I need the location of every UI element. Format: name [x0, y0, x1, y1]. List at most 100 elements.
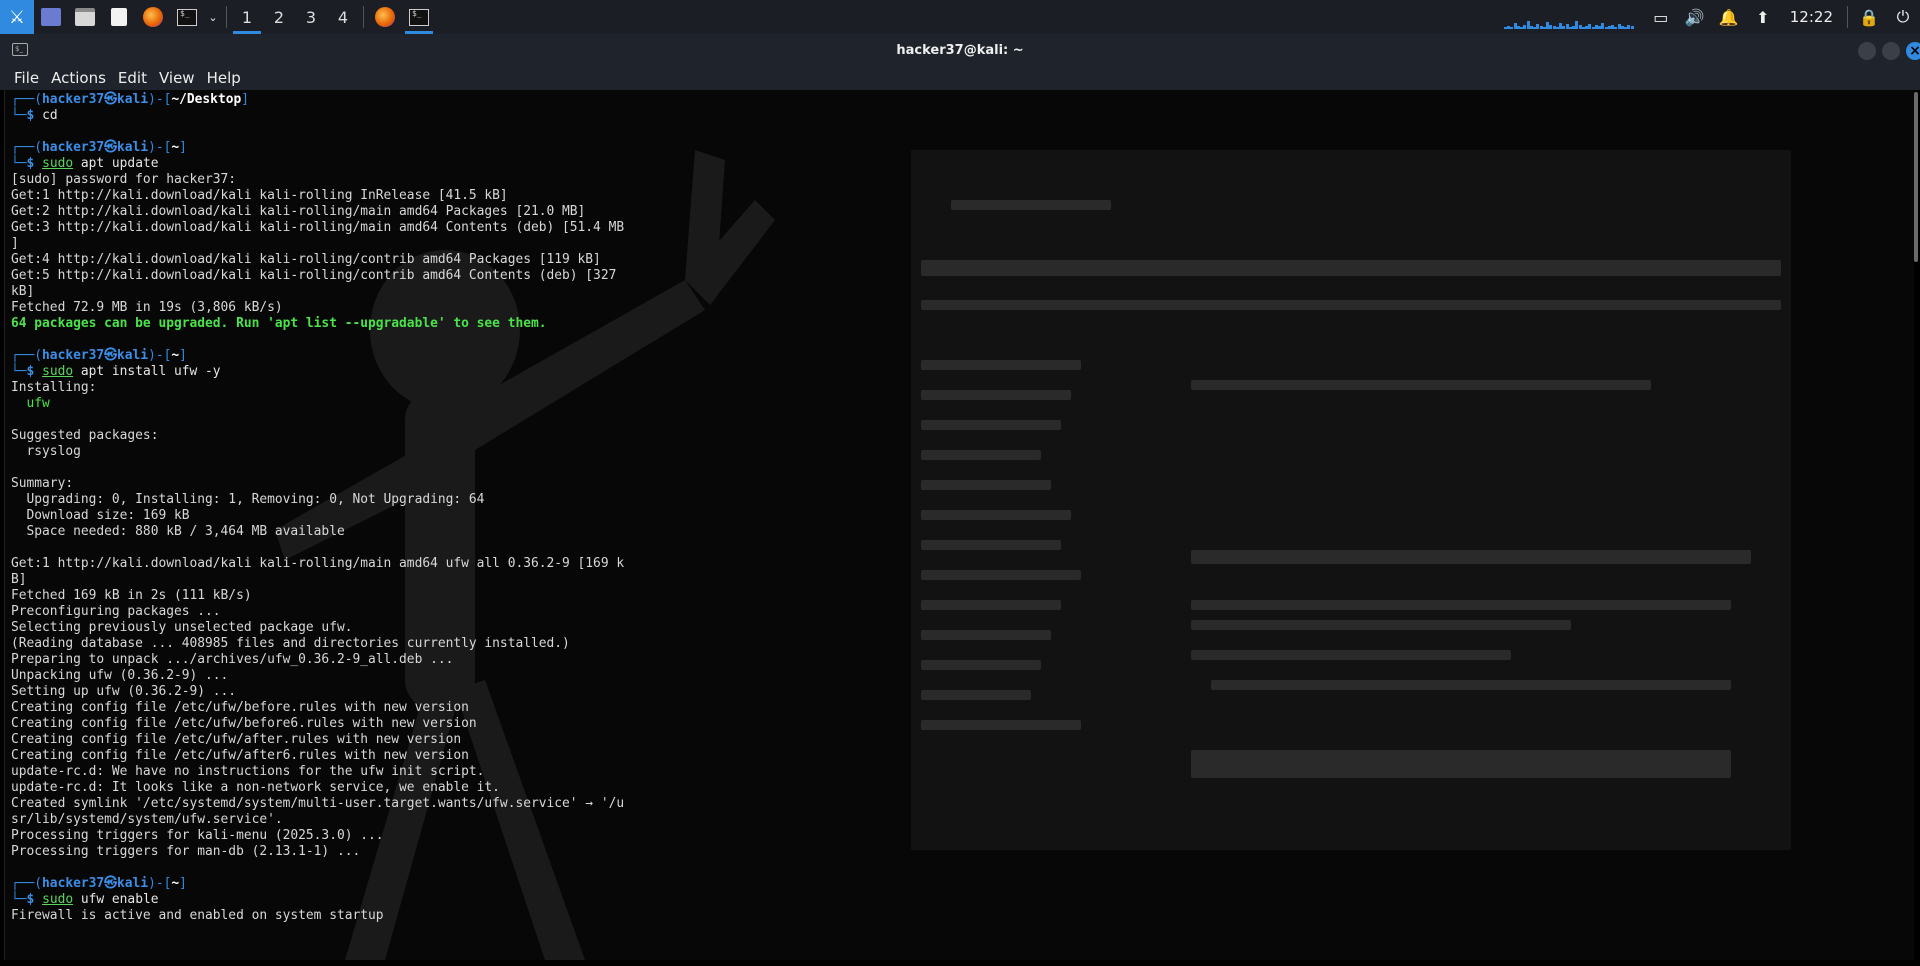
- output-text: Get:2 http://kali.download/kali kali-rol…: [11, 204, 586, 219]
- output-text: Installing:: [11, 380, 97, 395]
- terminal-line: rsyslog: [11, 444, 624, 460]
- terminal-line: Get:2 http://kali.download/kali kali-rol…: [11, 204, 624, 220]
- prompt-bracket: └─: [11, 156, 27, 171]
- terminal-scrollbar[interactable]: [1914, 92, 1918, 262]
- prompt-bracket: ┌──(: [11, 348, 43, 363]
- prompt-bracket: ┌──(: [11, 92, 43, 107]
- terminal-line: sr/lib/systemd/system/ufw.service'.: [11, 812, 624, 828]
- firefox-task-icon[interactable]: [368, 0, 402, 34]
- terminal-line: Get:4 http://kali.download/kali kali-rol…: [11, 252, 624, 268]
- prompt-bracket: ]: [179, 876, 187, 891]
- output-text: rsyslog: [11, 444, 81, 459]
- menu-help[interactable]: Help: [201, 69, 247, 87]
- terminal-line: Upgrading: 0, Installing: 1, Removing: 0…: [11, 492, 624, 508]
- prompt-bracket: )-[: [148, 92, 172, 107]
- output-text: Creating config file /etc/ufw/before6.ru…: [11, 716, 477, 731]
- command-sudo: sudo: [42, 892, 74, 907]
- terminal-area[interactable]: ┌──(hacker37㉿kali)-[~/Desktop] └─$ cd ┌──…: [4, 90, 1914, 960]
- terminal-line: Get:3 http://kali.download/kali kali-rol…: [11, 220, 624, 236]
- kali-menu-icon[interactable]: ⚔: [0, 0, 34, 34]
- text-editor-icon[interactable]: [102, 0, 136, 34]
- prompt-bracket: )-[: [148, 876, 172, 891]
- output-text: update-rc.d: It looks like a non-network…: [11, 780, 500, 795]
- desktop-icon[interactable]: [34, 0, 68, 34]
- terminal-line: kB]: [11, 284, 624, 300]
- workspace-3[interactable]: 3: [295, 0, 327, 34]
- terminal-line: Fetched 72.9 MB in 19s (3,806 kB/s): [11, 300, 624, 316]
- terminal-line: Suggested packages:: [11, 428, 624, 444]
- command-text: apt install ufw -y: [73, 364, 221, 379]
- prompt-bracket: ]: [179, 140, 187, 155]
- prompt-bracket: └─: [11, 364, 27, 379]
- output-text: [sudo] password for hacker37:: [11, 172, 237, 187]
- prompt-at: ㉿: [104, 348, 118, 363]
- terminal-task-icon[interactable]: $_: [402, 0, 436, 34]
- output-text: Upgrading: 0, Installing: 1, Removing: 0…: [11, 492, 485, 507]
- terminal-line: Installing:: [11, 380, 624, 396]
- terminal-line: update-rc.d: It looks like a non-network…: [11, 780, 624, 796]
- firefox-icon[interactable]: [136, 0, 170, 34]
- command-text: ufw enable: [73, 892, 159, 907]
- power-icon[interactable]: ⏻: [1886, 7, 1920, 27]
- terminal-line: B]: [11, 572, 624, 588]
- output-text: ]: [11, 236, 19, 251]
- output-text: Get:3 http://kali.download/kali kali-rol…: [11, 220, 625, 235]
- output-text: Preconfiguring packages ...: [11, 604, 221, 619]
- chevron-down-icon[interactable]: ⌄: [204, 0, 222, 34]
- terminal-line: Created symlink '/etc/systemd/system/mul…: [11, 796, 624, 812]
- prompt-bracket: ]: [179, 348, 187, 363]
- window-titlebar[interactable]: $_ hacker37@kali: ~ ×: [0, 34, 1920, 66]
- prompt-bracket: ┌──(: [11, 140, 43, 155]
- close-button[interactable]: ×: [1906, 42, 1920, 60]
- terminal-line: ┌──(hacker37㉿kali)-[~]: [11, 140, 624, 156]
- output-text: Get:4 http://kali.download/kali kali-rol…: [11, 252, 601, 267]
- workspace-1[interactable]: 1: [231, 0, 263, 34]
- terminal-line: ]: [11, 236, 624, 252]
- menu-edit[interactable]: Edit: [112, 69, 153, 87]
- menu-file[interactable]: File: [8, 69, 45, 87]
- terminal-line: Get:1 http://kali.download/kali kali-rol…: [11, 556, 624, 572]
- terminal-line: (Reading database ... 408985 files and d…: [11, 636, 624, 652]
- workspace-2[interactable]: 2: [263, 0, 295, 34]
- volume-icon[interactable]: 🔊: [1678, 8, 1712, 27]
- prompt-dir: ~: [171, 348, 180, 363]
- display-icon[interactable]: ▭: [1644, 8, 1678, 27]
- terminal-window-icon: $_: [12, 43, 28, 56]
- terminal-line: ufw: [11, 396, 624, 412]
- command-text: cd: [42, 108, 58, 123]
- terminal-line: ┌──(hacker37㉿kali)-[~/Desktop]: [11, 92, 624, 108]
- prompt-bracket: )-[: [148, 348, 172, 363]
- terminal-line: Summary:: [11, 476, 624, 492]
- panel-separator: [226, 6, 227, 28]
- update-icon[interactable]: ⬆: [1746, 8, 1780, 27]
- lock-icon[interactable]: 🔒: [1852, 8, 1886, 27]
- output-text: sr/lib/systemd/system/ufw.service'.: [11, 812, 283, 827]
- terminal-icon[interactable]: $_: [170, 0, 204, 34]
- notification-bell-icon[interactable]: 🔔: [1712, 8, 1746, 27]
- prompt-at: ㉿: [104, 92, 118, 107]
- top-panel: ⚔ $_ ⌄ 1 2 3 4 $_ ▭ 🔊 🔔 ⬆ 12:22 🔒 ⏻: [0, 0, 1920, 34]
- output-text: Fetched 169 kB in 2s (111 kB/s): [11, 588, 252, 603]
- output-text: Get:1 http://kali.download/kali kali-rol…: [11, 188, 508, 203]
- terminal-line: └─$ sudo ufw enable: [11, 892, 624, 908]
- file-manager-icon[interactable]: [68, 0, 102, 34]
- command-sudo: sudo: [42, 156, 74, 171]
- prompt-user: hacker37: [42, 348, 105, 363]
- terminal-line: Creating config file /etc/ufw/before6.ru…: [11, 716, 624, 732]
- terminal-line: Selecting previously unselected package …: [11, 620, 624, 636]
- prompt-at: ㉿: [104, 140, 118, 155]
- prompt-user: hacker37: [42, 876, 105, 891]
- menu-view[interactable]: View: [153, 69, 201, 87]
- clock[interactable]: 12:22: [1780, 8, 1843, 26]
- cpu-graph: [1503, 5, 1634, 29]
- menu-actions[interactable]: Actions: [45, 69, 112, 87]
- minimize-button[interactable]: [1858, 42, 1876, 60]
- prompt-dollar: $: [26, 156, 43, 171]
- maximize-button[interactable]: [1882, 42, 1900, 60]
- workspace-4[interactable]: 4: [327, 0, 359, 34]
- prompt-user: hacker37: [42, 92, 105, 107]
- terminal-line: └─$ sudo apt install ufw -y: [11, 364, 624, 380]
- terminal-output: ┌──(hacker37㉿kali)-[~/Desktop] └─$ cd ┌──…: [11, 92, 624, 924]
